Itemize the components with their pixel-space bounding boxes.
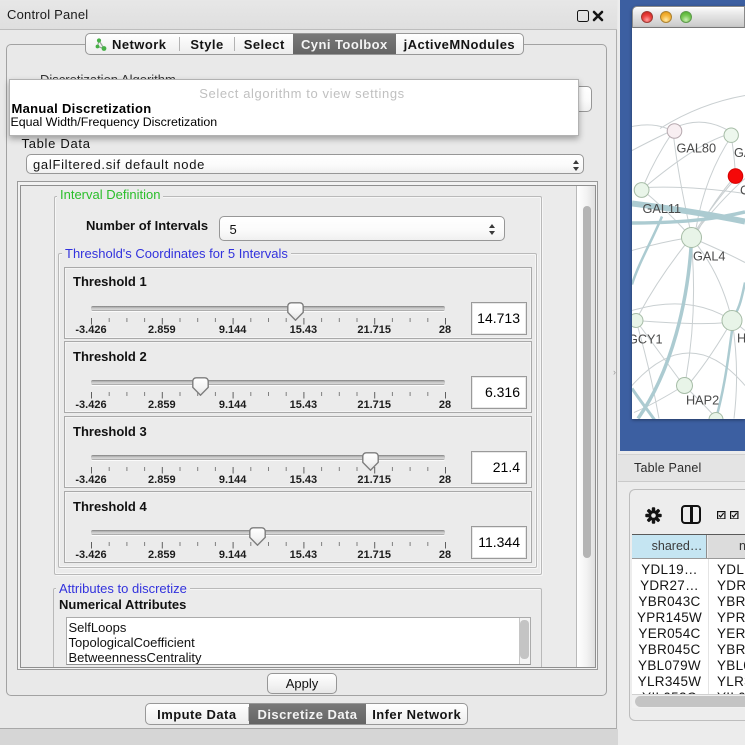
- svg-text:GAL4: GAL4: [693, 249, 725, 263]
- svg-text:GCY1: GCY1: [632, 332, 663, 346]
- svg-text:GA: GA: [734, 146, 745, 160]
- svg-text:GAL11: GAL11: [643, 202, 682, 216]
- svg-text:HI: HI: [737, 331, 745, 345]
- svg-text:HAP2: HAP2: [686, 393, 719, 407]
- svg-text:C: C: [740, 183, 745, 197]
- svg-text:GAL80: GAL80: [677, 141, 717, 155]
